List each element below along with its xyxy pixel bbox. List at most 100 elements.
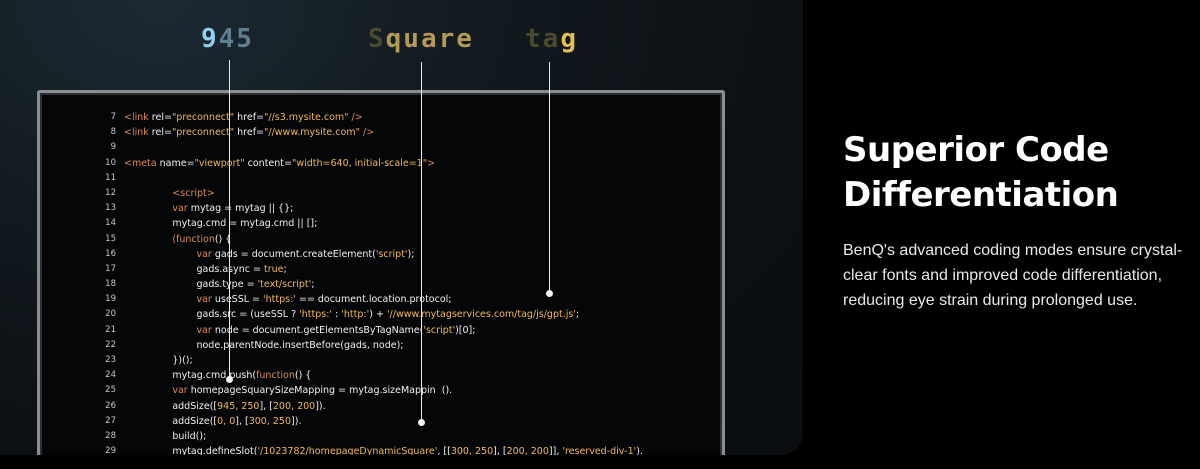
code-line: 16 var gads = document.createElement('sc… — [100, 247, 722, 262]
code-token: () { — [294, 370, 312, 382]
line-number: 21 — [105, 324, 116, 335]
code-token: mytag.cmd.push( — [124, 370, 257, 382]
line-number: 24 — [105, 370, 116, 381]
code-token: 'text/script' — [257, 279, 312, 291]
code-token: var — [196, 248, 215, 260]
code-token: addSize([ — [124, 415, 218, 427]
code-token: '/1023782/homepageDynamicSquare' — [257, 446, 438, 455]
code-text: })(); — [124, 353, 193, 368]
code-token: "//www.mysite.com" — [264, 127, 360, 139]
monitor-screen: 7 <link rel="preconnect" href="//s3.mysit… — [37, 90, 725, 455]
code-line: 18 gads.type = 'text/script'; — [100, 277, 722, 292]
line-number: 16 — [105, 248, 116, 259]
code-text: <link rel="preconnect" href="//www.mysit… — [124, 125, 374, 140]
line-number: 27 — [105, 415, 116, 426]
code-token: name= — [159, 157, 195, 169]
code-text: (function() { — [124, 232, 231, 247]
code-line: 20 gads.src = (useSSL ? 'https:' : 'http… — [100, 307, 722, 322]
code-token: homepageSquarySizeMapping = mytag.sizeMa… — [190, 385, 453, 397]
code-token: ], [ — [259, 400, 273, 412]
line-number: 25 — [105, 385, 116, 396]
code-line: 7 <link rel="preconnect" href="//s3.mysit… — [100, 110, 722, 125]
code-token: ). — [636, 446, 643, 455]
code-line: 19 var useSSL = 'https:' == document.loc… — [100, 292, 722, 307]
callout-word-square-rest: quare — [385, 24, 474, 54]
code-token: mytag.cmd = mytag.cmd || []; — [124, 218, 318, 230]
code-token: mytag = mytag || {}; — [190, 203, 294, 215]
callout-word-tag-first: ta — [525, 24, 561, 54]
code-token: "preconnect" — [171, 127, 235, 139]
code-text: node.parentNode.insertBefore(gads, node)… — [124, 338, 403, 353]
line-number: 11 — [105, 172, 116, 183]
line-number: 22 — [105, 339, 116, 350]
code-token: "//s3.mysite.com" — [264, 112, 349, 123]
code-token: true — [263, 263, 284, 275]
code-line: 9 — [100, 140, 722, 155]
code-token: ], [ — [235, 415, 249, 427]
callout-word-945: 945 — [201, 24, 254, 54]
code-token: })(); — [124, 355, 193, 366]
code-text: mytag.cmd.push(function() { — [124, 368, 311, 383]
code-token: 300, 250 — [450, 446, 494, 455]
code-line: 12 <script> — [100, 186, 722, 201]
code-token: build(); — [124, 430, 207, 442]
code-token: 945, 250 — [217, 400, 260, 412]
code-token: var — [172, 203, 191, 215]
code-token: rel= — [151, 127, 172, 139]
callout-line-tag — [549, 62, 550, 294]
code-line: 21 var node = document.getElementsByTagN… — [100, 323, 722, 338]
code-line: 27 addSize([0, 0], [300, 250]). — [100, 414, 722, 429]
line-number: 7 — [110, 112, 116, 122]
code-text: addSize([0, 0], [300, 250]). — [124, 414, 301, 429]
code-text: mytag.cmd = mytag.cmd || []; — [124, 216, 317, 231]
code-line: 8 <link rel="preconnect" href="//www.mysi… — [100, 125, 722, 140]
code-token: var — [172, 385, 191, 397]
code-token: gads = document.createElement( — [214, 248, 376, 260]
code-text: gads.type = 'text/script'; — [124, 277, 314, 292]
code-token: '//www.mytagservices.com/tag/js/gpt.js' — [386, 309, 576, 321]
code-token: href= — [234, 112, 265, 123]
feature-heading-line-2: Differentiation — [843, 175, 1119, 215]
code-text: var useSSL = 'https:' == document.locati… — [124, 292, 451, 307]
code-line: 25 var homepageSquarySizeMapping = mytag… — [100, 383, 722, 398]
callout-dot-square — [418, 419, 425, 426]
code-text: var mytag = mytag || {}; — [124, 201, 293, 216]
code-token: href= — [234, 127, 265, 139]
callout-word-tag-highlight: g — [560, 24, 578, 54]
line-number: 20 — [105, 309, 116, 320]
code-line: 28 build(); — [100, 429, 722, 444]
code-text: <link rel="preconnect" href="//s3.mysite… — [124, 110, 363, 125]
code-token: gads.src = (useSSL ? — [124, 309, 300, 321]
callout-word-square: Square — [368, 24, 474, 54]
line-number: 8 — [110, 127, 116, 138]
code-token: "viewport" — [194, 157, 245, 169]
code-text: var homepageSquarySizeMapping = mytag.si… — [124, 383, 452, 398]
code-text: gads.async = true; — [124, 262, 287, 277]
code-token: > — [427, 157, 436, 169]
feature-heading-line-1: Superior Code — [843, 130, 1109, 170]
code-token: 'https:' — [263, 294, 296, 306]
code-token: <script> — [172, 187, 215, 199]
code-token: ; — [283, 263, 287, 275]
code-token: 'script' — [423, 324, 456, 336]
callout-dot-945 — [226, 376, 233, 383]
code-token: : — [332, 309, 342, 321]
line-number: 14 — [105, 218, 116, 229]
code-token: useSSL = — [214, 294, 264, 306]
code-token: 200, 200 — [272, 400, 316, 412]
code-token: /> — [348, 112, 363, 123]
callout-word-945-rest: 45 — [218, 24, 254, 54]
code-text: <meta name="viewport" content="width=640… — [124, 156, 435, 171]
code-token: var — [196, 294, 215, 306]
code-line: 14 mytag.cmd = mytag.cmd || []; — [100, 216, 722, 231]
line-number: 10 — [105, 157, 116, 168]
code-token: 300, 250 — [248, 415, 292, 427]
callout-line-945 — [229, 60, 230, 380]
code-token: /> — [359, 127, 375, 139]
code-line: 26 addSize([945, 250], [200, 200]). — [100, 399, 722, 414]
line-number: 23 — [105, 355, 116, 365]
